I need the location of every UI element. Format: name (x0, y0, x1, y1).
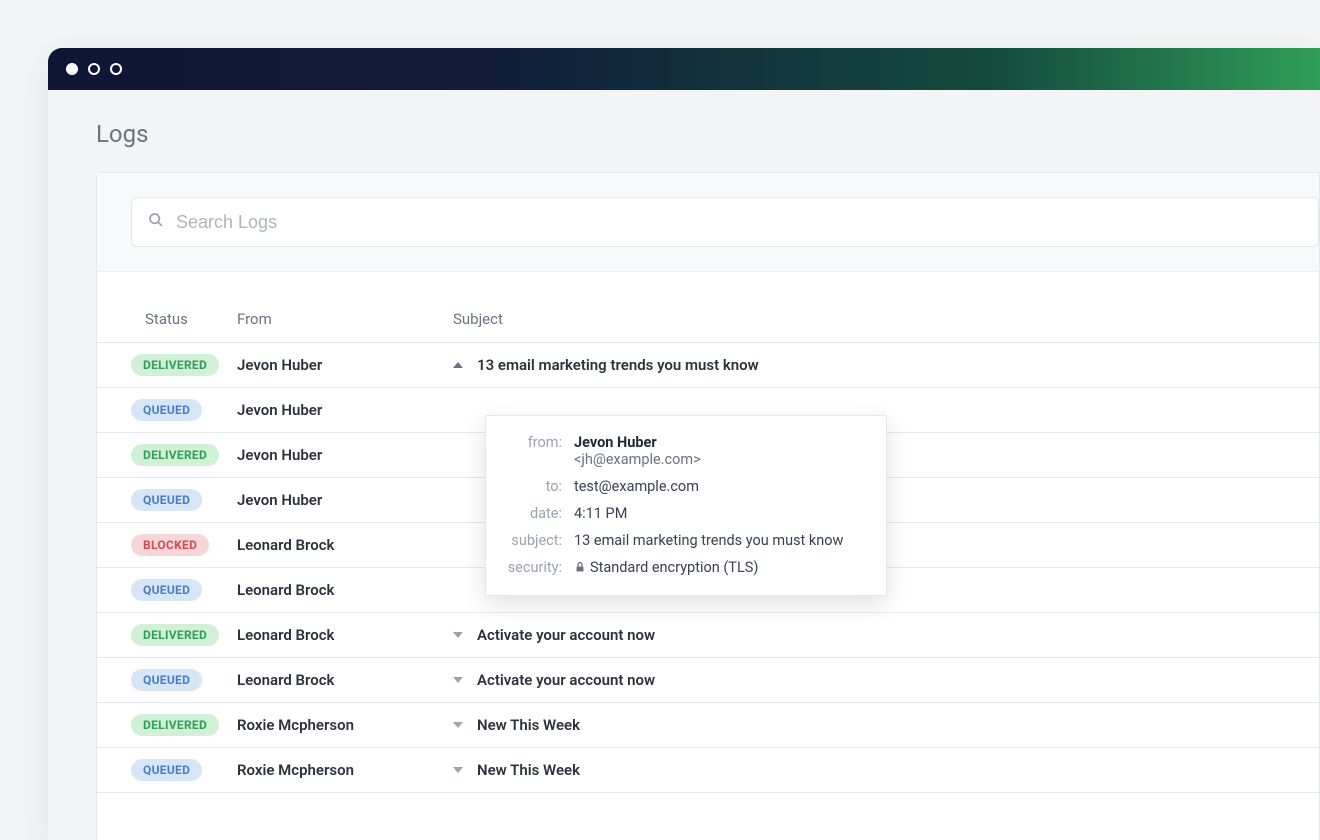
subject-cell[interactable]: New This Week (453, 716, 1319, 734)
subject-text: 13 email marketing trends you must know (477, 356, 759, 374)
caret-up-icon[interactable] (453, 362, 463, 368)
status-badge: DELIVERED (131, 354, 219, 376)
status-badge: DELIVERED (131, 714, 219, 736)
popover-label-date: date: (504, 505, 574, 522)
from-cell: Leonard Brock (237, 581, 447, 599)
subject-text: Activate your account now (477, 626, 655, 644)
status-badge: QUEUED (131, 489, 202, 511)
message-details-popover: from: Jevon Huber <jh@example.com> to: t… (485, 415, 887, 596)
col-header-from[interactable]: From (237, 310, 447, 328)
table-row[interactable]: DELIVERED Roxie Mcpherson New This Week (97, 703, 1319, 748)
status-badge: QUEUED (131, 669, 202, 691)
subject-cell[interactable]: Activate your account now (453, 671, 1319, 689)
caret-down-icon[interactable] (453, 767, 463, 773)
popover-from-name: Jevon Huber (574, 434, 701, 451)
table-header: Status From Subject (97, 272, 1319, 343)
from-cell: Roxie Mcpherson (237, 716, 447, 734)
status-badge: DELIVERED (131, 624, 219, 646)
from-cell: Leonard Brock (237, 671, 447, 689)
from-cell: Leonard Brock (237, 626, 447, 644)
subject-text: New This Week (477, 761, 580, 779)
window-control-minimize[interactable] (88, 63, 100, 75)
popover-label-subject: subject: (504, 532, 574, 549)
search-box[interactable] (131, 197, 1319, 247)
window-titlebar (48, 48, 1320, 90)
subject-text: Activate your account now (477, 671, 655, 689)
search-input[interactable] (176, 212, 1302, 233)
col-header-status[interactable]: Status (97, 310, 237, 328)
popover-label-from: from: (504, 434, 574, 451)
from-cell: Jevon Huber (237, 446, 447, 464)
from-cell: Jevon Huber (237, 356, 447, 374)
col-header-subject[interactable]: Subject (447, 310, 1319, 328)
from-cell: Roxie Mcpherson (237, 761, 447, 779)
table-row[interactable]: DELIVERED Leonard Brock Activate your acco… (97, 613, 1319, 658)
popover-from-email: <jh@example.com> (574, 451, 701, 468)
popover-date: 4:11 PM (574, 505, 627, 522)
popover-subject: 13 email marketing trends you must know (574, 532, 843, 549)
subject-cell[interactable]: Activate your account now (453, 626, 1319, 644)
status-badge: QUEUED (131, 579, 202, 601)
caret-down-icon[interactable] (453, 677, 463, 683)
search-icon (148, 212, 164, 232)
table-row[interactable]: QUEUED Leonard Brock Activate your account… (97, 658, 1319, 703)
status-badge: QUEUED (131, 399, 202, 421)
from-cell: Leonard Brock (237, 536, 447, 554)
status-badge: QUEUED (131, 759, 202, 781)
status-badge: BLOCKED (131, 534, 209, 556)
subject-cell[interactable]: 13 email marketing trends you must know (453, 356, 1319, 374)
subject-cell[interactable]: New This Week (453, 761, 1319, 779)
caret-down-icon[interactable] (453, 632, 463, 638)
page-title: Logs (96, 120, 1320, 148)
table-row[interactable]: QUEUED Roxie Mcpherson New This Week (97, 748, 1319, 793)
caret-down-icon[interactable] (453, 722, 463, 728)
logs-card: Status From Subject DELIVERED Jevon Huber… (96, 172, 1320, 840)
table-row[interactable]: DELIVERED Jevon Huber 13 email marketing t… (97, 343, 1319, 388)
popover-label-security: security: (504, 559, 574, 576)
popover-security: Standard encryption (TLS) (574, 559, 758, 577)
popover-to: test@example.com (574, 478, 699, 495)
window-control-close[interactable] (66, 63, 78, 75)
lock-icon (574, 560, 586, 577)
from-cell: Jevon Huber (237, 491, 447, 509)
popover-label-to: to: (504, 478, 574, 495)
subject-text: New This Week (477, 716, 580, 734)
from-cell: Jevon Huber (237, 401, 447, 419)
search-bar (97, 173, 1319, 272)
app-window: Logs Status From (48, 48, 1320, 840)
status-badge: DELIVERED (131, 444, 219, 466)
window-control-zoom[interactable] (110, 63, 122, 75)
